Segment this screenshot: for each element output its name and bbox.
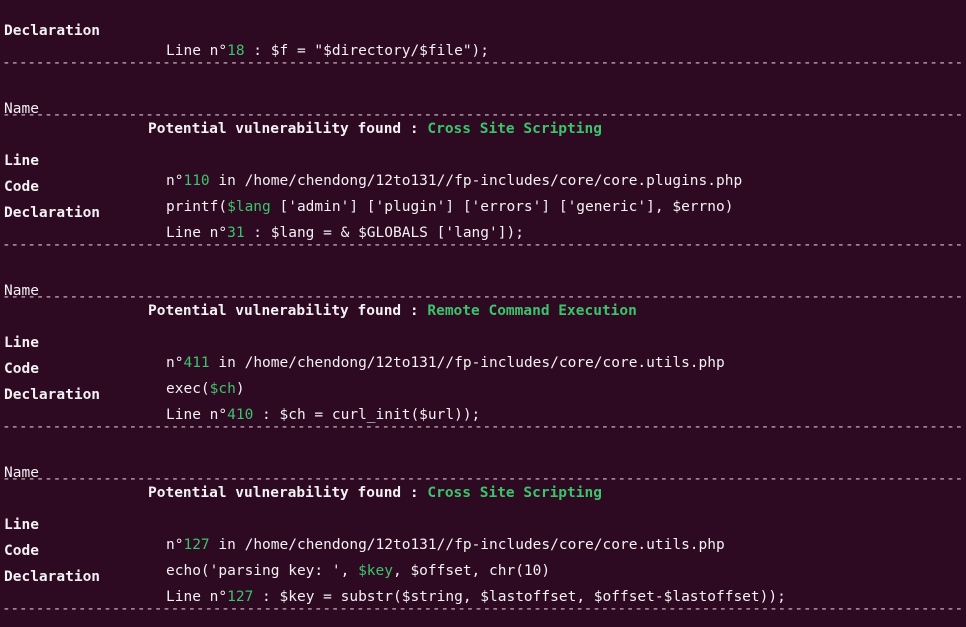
terminal-output: Declaration Line n°18 : $f = "$directory… (0, 0, 966, 626)
code-variable: $lang (227, 199, 271, 215)
declaration-label: Declaration (4, 23, 101, 39)
declaration-row: Declaration Line n°31 : $lang = & $GLOBA… (2, 183, 524, 241)
code-variable: $ch (209, 381, 236, 397)
line-number: 127 (183, 537, 210, 553)
code-row: Code exec($ch) (2, 339, 245, 397)
declaration-row: Declaration Line n°18 : $f = "$directory… (2, 1, 489, 59)
line-prefix: n° (166, 173, 184, 189)
line-value: n°411 in /home/chendong/12to131//fp-incl… (166, 353, 725, 373)
vulnerability-name-row: Name Potential vulnerability found : Rem… (2, 261, 637, 319)
code-row: Code printf($lang ['admin'] ['plugin'] [… (2, 157, 733, 215)
separator-line: ----------------------------------------… (2, 55, 964, 71)
code-row: Code echo('parsing key: ', $key, $offset… (2, 521, 550, 579)
separator-line: ----------------------------------------… (2, 601, 964, 617)
declaration-label: Declaration (4, 387, 101, 403)
separator-line: ----------------------------------------… (2, 289, 964, 305)
line-number: 411 (183, 355, 210, 371)
code-value: exec($ch) (166, 379, 245, 399)
vulnerability-name-row: Name Potential vulnerability found : Cro… (2, 79, 602, 137)
code-post: ) (235, 381, 245, 397)
code-pre: printf( (166, 199, 228, 215)
line-path: in /home/chendong/12to131//fp-includes/c… (209, 537, 725, 553)
line-row: Line n°127 in /home/chendong/12to131//fp… (2, 495, 725, 553)
line-prefix: n° (166, 537, 184, 553)
code-pre: exec( (166, 381, 210, 397)
code-variable: $key (358, 563, 393, 579)
code-pre: echo('parsing key: ', (166, 563, 359, 579)
line-value: n°127 in /home/chendong/12to131//fp-incl… (166, 535, 725, 555)
line-path: in /home/chendong/12to131//fp-includes/c… (209, 173, 743, 189)
line-value: n°110 in /home/chendong/12to131//fp-incl… (166, 171, 742, 191)
declaration-row: Declaration Line n°410 : $ch = curl_init… (2, 365, 480, 423)
code-post: ['admin'] ['plugin'] ['errors'] ['generi… (270, 199, 734, 215)
line-row: Line n°411 in /home/chendong/12to131//fp… (2, 313, 725, 371)
line-path: in /home/chendong/12to131//fp-includes/c… (209, 355, 725, 371)
separator-line: ----------------------------------------… (2, 107, 964, 123)
code-value: printf($lang ['admin'] ['plugin'] ['erro… (166, 197, 733, 217)
declaration-label: Declaration (4, 569, 101, 585)
separator-line: ----------------------------------------… (2, 237, 964, 253)
declaration-label: Declaration (4, 205, 101, 221)
vulnerability-name-row: Name Potential vulnerability found : Cro… (2, 443, 602, 501)
line-row: Line n°110 in /home/chendong/12to131//fp… (2, 131, 742, 189)
code-value: echo('parsing key: ', $key, $offset, chr… (166, 561, 550, 581)
separator-line: ----------------------------------------… (2, 419, 964, 435)
code-post: , $offset, chr(10) (392, 563, 551, 579)
declaration-row: Declaration Line n°127 : $key = substr($… (2, 547, 786, 605)
line-number: 110 (183, 173, 210, 189)
line-prefix: n° (166, 355, 184, 371)
separator-line: ----------------------------------------… (2, 471, 964, 487)
